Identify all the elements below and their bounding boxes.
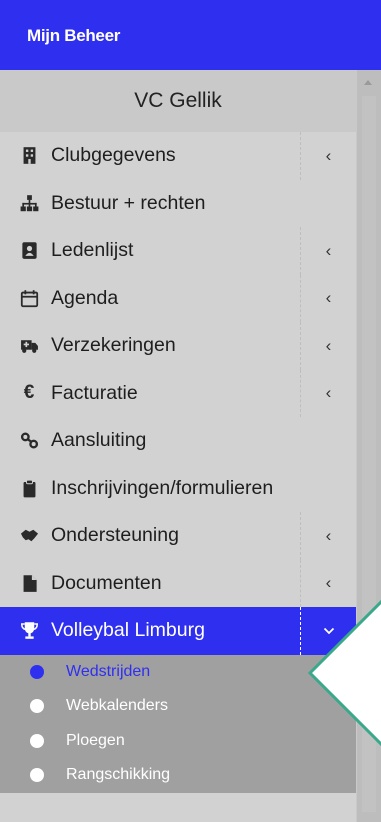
- scroll-up-arrow-icon[interactable]: [364, 80, 372, 85]
- handshake-icon: [18, 525, 40, 547]
- sidebar-item-volleybal-limburg[interactable]: Volleybal Limburg: [0, 607, 356, 655]
- chevron-left-icon[interactable]: ‹: [300, 322, 356, 370]
- radio-dot-icon: [30, 768, 44, 783]
- submenu-item-ploegen[interactable]: Ploegen: [0, 724, 356, 759]
- euro-icon: €: [23, 382, 35, 404]
- radio-dot-icon: [30, 733, 44, 748]
- sidebar-item-bestuur[interactable]: Bestuur + rechten: [0, 180, 356, 228]
- submenu-item-rangschikking[interactable]: Rangschikking: [0, 758, 356, 793]
- app-header: Mijn Beheer: [0, 0, 381, 70]
- sidebar-item-ledenlijst[interactable]: Ledenlijst ‹: [0, 227, 356, 275]
- chevron-left-icon[interactable]: ‹: [300, 369, 356, 417]
- submenu-item-label: Wedstrijden: [66, 662, 151, 680]
- sidebar-item-label: Facturatie: [51, 381, 138, 404]
- sidebar-item-facturatie[interactable]: € Facturatie ‹: [0, 369, 356, 417]
- chevron-left-icon[interactable]: ‹: [300, 559, 356, 607]
- submenu-volleybal-limburg: Wedstrijden Webkalenders Ploegen Rangsch…: [0, 654, 356, 793]
- sidebar: VC Gellik Clubgegevens ‹ Bestuur + recht…: [0, 70, 356, 822]
- sidebar-item-label: Documenten: [51, 571, 162, 594]
- sidebar-item-label: Ledenlijst: [51, 239, 134, 262]
- sidebar-item-documenten[interactable]: Documenten ‹: [0, 559, 356, 607]
- calendar-icon: [18, 287, 40, 309]
- chevron-down-icon[interactable]: [300, 607, 356, 655]
- sidebar-item-label: Agenda: [51, 286, 119, 309]
- clipboard-icon: [18, 477, 40, 499]
- sidebar-item-label: Ondersteuning: [51, 524, 179, 547]
- sidebar-item-label: Bestuur + rechten: [51, 191, 206, 214]
- ambulance-icon: [18, 335, 40, 357]
- file-icon: [18, 572, 40, 594]
- sidebar-item-clubgegevens[interactable]: Clubgegevens ‹: [0, 132, 356, 180]
- submenu-item-wedstrijden[interactable]: Wedstrijden: [0, 655, 356, 690]
- chevron-left-icon[interactable]: ‹: [300, 512, 356, 560]
- sidebar-item-verzekeringen[interactable]: Verzekeringen ‹: [0, 322, 356, 370]
- sitemap-icon: [18, 192, 40, 214]
- trophy-icon: [18, 620, 40, 642]
- app-title: Mijn Beheer: [27, 26, 121, 45]
- sidebar-item-aansluiting[interactable]: Aansluiting: [0, 417, 356, 465]
- sidebar-item-inschrijvingen[interactable]: Inschrijvingen/formulieren: [0, 465, 356, 513]
- scroll-thumb[interactable]: [362, 96, 376, 812]
- address-book-icon: [18, 240, 40, 262]
- sidebar-item-agenda[interactable]: Agenda ‹: [0, 274, 356, 322]
- radio-dot-icon: [30, 699, 44, 714]
- submenu-item-label: Rangschikking: [66, 766, 171, 784]
- sidebar-item-label: Volleybal Limburg: [51, 619, 205, 642]
- sidebar-item-label: Verzekeringen: [51, 334, 176, 357]
- chevron-left-icon[interactable]: ‹: [300, 132, 356, 180]
- submenu-item-label: Ploegen: [66, 731, 125, 749]
- sidebar-item-ondersteuning[interactable]: Ondersteuning ‹: [0, 512, 356, 560]
- building-icon: [18, 145, 40, 167]
- link-icon: [18, 430, 40, 452]
- sidebar-item-label: Inschrijvingen/formulieren: [51, 476, 274, 499]
- chevron-left-icon[interactable]: ‹: [300, 227, 356, 275]
- sidebar-item-label: Aansluiting: [51, 429, 147, 452]
- radio-dot-icon: [30, 664, 44, 679]
- club-name: VC Gellik: [0, 70, 356, 132]
- chevron-left-icon[interactable]: ‹: [300, 274, 356, 322]
- submenu-item-label: Webkalenders: [66, 697, 168, 715]
- vertical-scrollbar[interactable]: [356, 70, 381, 822]
- sidebar-item-label: Clubgegevens: [51, 144, 176, 167]
- submenu-item-webkalenders[interactable]: Webkalenders: [0, 689, 356, 724]
